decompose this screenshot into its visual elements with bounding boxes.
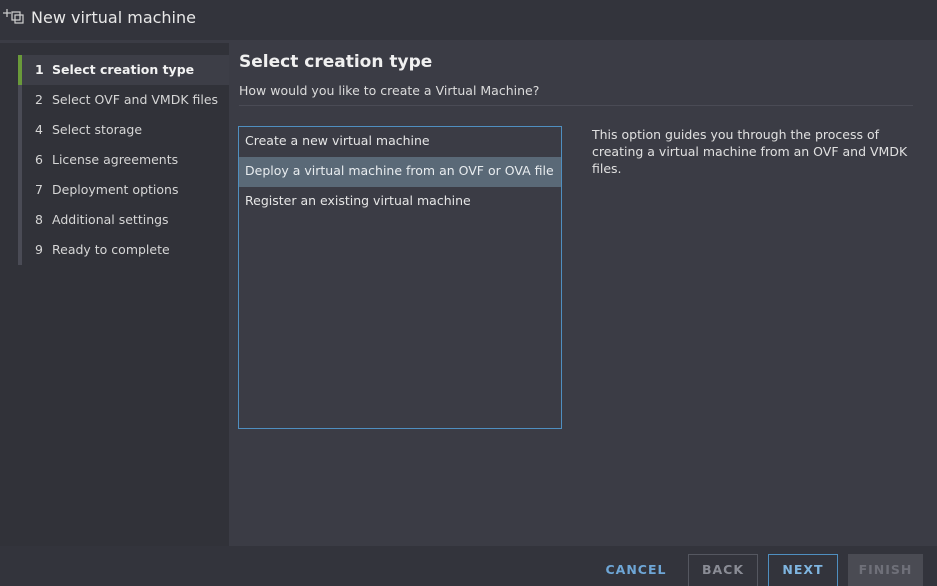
next-button[interactable]: NEXT (768, 554, 838, 586)
step-number: 2 (35, 92, 43, 107)
step-ready-to-complete[interactable]: 9 Ready to complete (22, 235, 229, 265)
step-number: 1 (35, 62, 44, 77)
divider (239, 105, 913, 106)
step-label: Deployment options (52, 182, 179, 197)
option-register-existing-vm[interactable]: Register an existing virtual machine (239, 187, 561, 217)
add-vm-icon (2, 6, 24, 28)
step-number: 4 (35, 122, 43, 137)
step-number: 6 (35, 152, 43, 167)
page-subtitle: How would you like to create a Virtual M… (239, 83, 540, 98)
creation-type-list[interactable]: Create a new virtual machine Deploy a vi… (238, 126, 562, 429)
step-deployment-options[interactable]: 7 Deployment options (22, 175, 229, 205)
step-label: Additional settings (52, 212, 169, 227)
step-license-agreements[interactable]: 6 License agreements (22, 145, 229, 175)
step-number: 8 (35, 212, 43, 227)
step-additional-settings[interactable]: 8 Additional settings (22, 205, 229, 235)
title-bar: New virtual machine (0, 0, 937, 40)
step-label: Select storage (52, 122, 143, 137)
option-deploy-from-ovf-ova[interactable]: Deploy a virtual machine from an OVF or … (239, 157, 561, 187)
step-label: Select OVF and VMDK files (52, 92, 219, 107)
cancel-button[interactable]: CANCEL (597, 554, 675, 586)
option-create-new-vm[interactable]: Create a new virtual machine (239, 127, 561, 157)
step-select-ovf-vmdk-files[interactable]: 2 Select OVF and VMDK files (22, 85, 229, 115)
step-label: Select creation type (52, 62, 195, 77)
step-select-storage[interactable]: 4 Select storage (22, 115, 229, 145)
dialog-title: New virtual machine (31, 8, 196, 27)
wizard-steps-sidebar: 1 Select creation type 2 Select OVF and … (0, 43, 229, 546)
step-select-creation-type[interactable]: 1 Select creation type (18, 55, 229, 85)
step-label: Ready to complete (52, 242, 170, 257)
option-description: This option guides you through the proce… (592, 127, 908, 176)
steps-list: 1 Select creation type 2 Select OVF and … (18, 55, 233, 265)
step-number: 9 (35, 242, 43, 257)
page-title: Select creation type (239, 52, 433, 72)
main-content: Select creation type How would you like … (229, 43, 937, 546)
finish-button[interactable]: FINISH (848, 554, 923, 586)
dialog-footer: CANCEL BACK NEXT FINISH (0, 546, 937, 586)
step-number: 7 (35, 182, 43, 197)
step-label: License agreements (52, 152, 179, 167)
new-vm-dialog: New virtual machine 1 Select creation ty… (0, 0, 937, 586)
back-button[interactable]: BACK (688, 554, 758, 586)
